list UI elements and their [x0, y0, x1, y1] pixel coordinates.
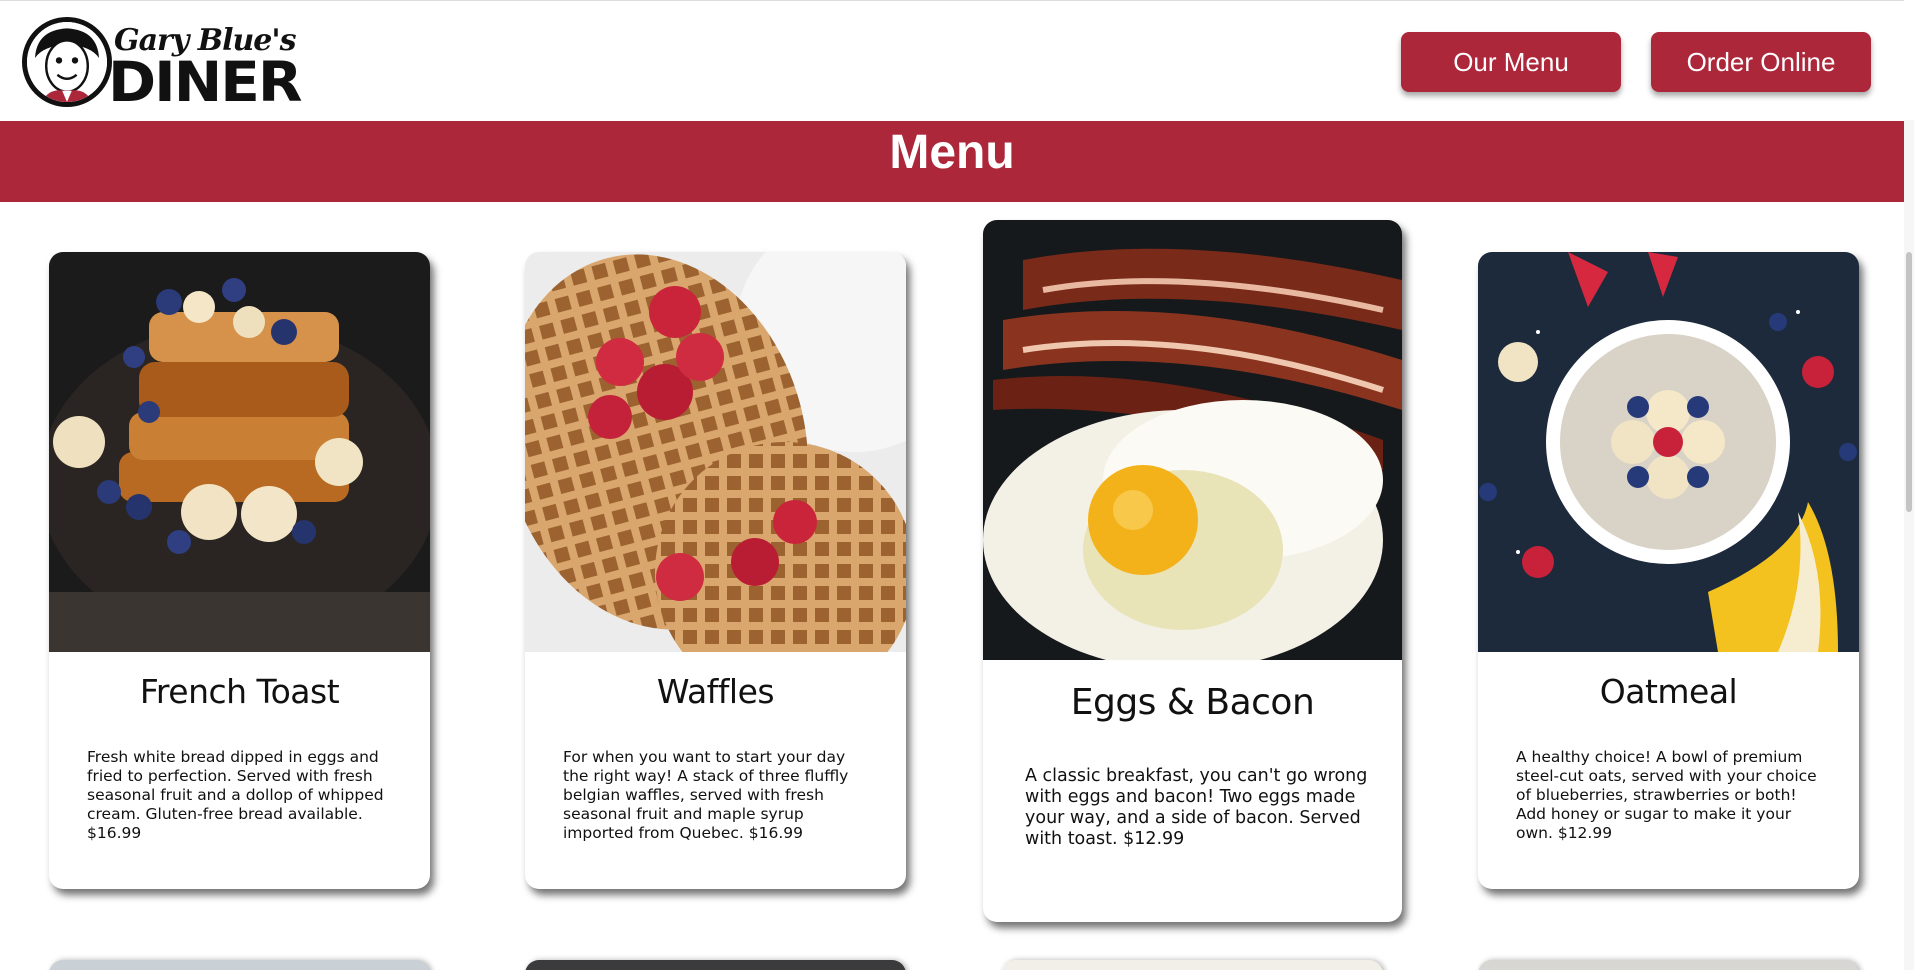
menu-banner: Menu — [0, 121, 1904, 202]
menu-card-french-toast[interactable]: French Toast Fresh white bread dipped in… — [49, 252, 430, 889]
menu-card-peek[interactable] — [1478, 960, 1859, 970]
menu-item-title: Waffles — [656, 672, 775, 711]
site-header: Gary Blue's DINER Our Menu Order Online — [0, 0, 1904, 120]
menu-card-oatmeal[interactable]: Oatmeal A healthy choice! A bowl of prem… — [1478, 252, 1859, 889]
diner-logo[interactable]: Gary Blue's DINER — [18, 13, 303, 111]
eggs-bacon-photo — [983, 220, 1402, 660]
menu-item-title: French Toast — [139, 672, 340, 711]
menu-card-waffles[interactable]: Waffles For when you want to start your … — [525, 252, 906, 889]
menu-item-description: Fresh white bread dipped in eggs and fri… — [87, 748, 384, 842]
waffles-photo — [525, 252, 906, 652]
menu-item-description: A classic breakfast, you can't go wrong … — [1025, 766, 1368, 849]
menu-card-peek[interactable] — [525, 960, 906, 970]
scrollbar-thumb[interactable] — [1906, 252, 1912, 512]
french-toast-photo — [49, 252, 430, 652]
mascot-face-icon — [22, 17, 112, 107]
oatmeal-photo — [1478, 252, 1859, 652]
menu-card-eggs-bacon[interactable]: Eggs & Bacon A classic breakfast, you ca… — [983, 220, 1402, 922]
menu-card-peek[interactable] — [1002, 960, 1383, 970]
page-title: Menu — [889, 126, 1015, 179]
our-menu-button[interactable]: Our Menu — [1401, 32, 1621, 92]
menu-item-description: A healthy choice! A bowl of premium stee… — [1516, 748, 1817, 842]
order-online-button[interactable]: Order Online — [1651, 32, 1871, 92]
menu-item-title: Eggs & Bacon — [1070, 682, 1315, 723]
logo-wordmark-bottom: DINER — [108, 49, 303, 115]
menu-item-description: For when you want to start your day the … — [563, 748, 849, 842]
menu-item-title: Oatmeal — [1599, 672, 1738, 711]
page-scrollbar[interactable] — [1904, 120, 1914, 970]
menu-card-peek[interactable] — [49, 960, 430, 970]
